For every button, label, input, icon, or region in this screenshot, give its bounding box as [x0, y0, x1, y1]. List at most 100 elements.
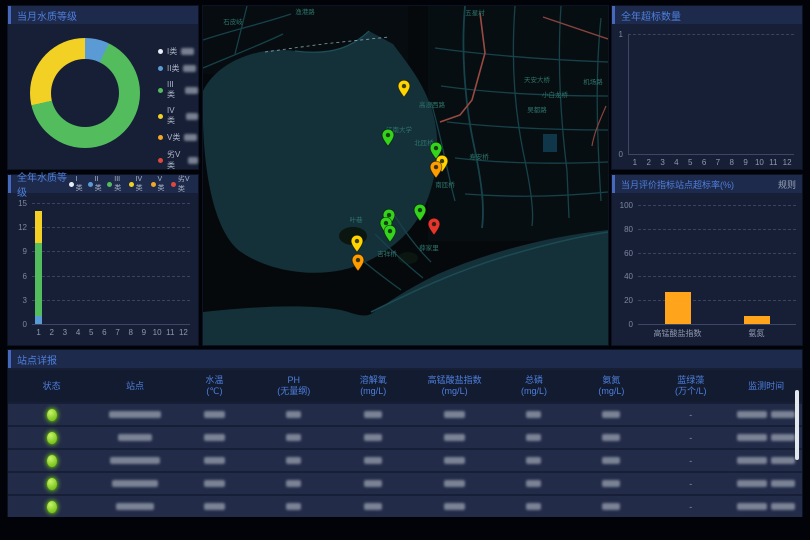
table-cell	[175, 411, 254, 418]
y-tick-label: 0	[8, 320, 27, 329]
annual-grade-chart[interactable]: 03691215123456789101112	[8, 193, 198, 345]
gridline	[638, 253, 796, 254]
table-cell	[95, 457, 174, 464]
map-building-block	[543, 134, 557, 152]
table-cell	[413, 503, 496, 510]
table-cell	[730, 457, 801, 464]
x-tick-label: 9	[142, 328, 146, 337]
redacted-station-name	[116, 503, 154, 510]
redacted-value	[526, 434, 541, 441]
table-cell	[730, 434, 801, 441]
bar-segment[interactable]	[35, 211, 42, 243]
redacted-value	[602, 503, 620, 510]
x-axis	[638, 324, 796, 325]
table-cell	[730, 480, 801, 487]
column-header: 监测时间	[730, 381, 801, 392]
column-header: 溶解氧(mg/L)	[334, 375, 413, 397]
rules-link[interactable]: 规则	[778, 178, 796, 191]
redacted-timestamp	[737, 480, 767, 487]
x-tick-label: 10	[755, 158, 764, 167]
redacted-timestamp	[737, 457, 767, 464]
y-tick-label: 3	[8, 296, 27, 305]
x-tick-label: 5	[688, 158, 692, 167]
map-place-label: 吉祥桥	[377, 249, 397, 258]
legend-dot	[158, 158, 163, 163]
map-panel[interactable]: 石皮岐渔港路五星村江南大学高浪西路北匝桥天安大桥小白龙桥机场路吴都路寿安桥南匝桥…	[203, 6, 608, 345]
station-table-body: 状态站点水温(℃)PH(无量纲)溶解氧(mg/L)高锰酸盐指数(mg/L)总磷(…	[8, 368, 802, 516]
panel-annual-grade: 全年水质等级 I类II类III类IV类V类劣V类 036912151234567…	[8, 175, 198, 345]
table-cell	[496, 411, 571, 418]
table-scrollbar[interactable]	[795, 390, 799, 460]
table-row[interactable]: -	[8, 496, 802, 517]
legend-item: 劣V类	[158, 149, 198, 171]
table-row[interactable]: -	[8, 473, 802, 494]
table-cell	[175, 503, 254, 510]
legend-item: I类	[158, 46, 198, 57]
table-cell	[572, 434, 651, 441]
y-tick-label: 12	[8, 223, 27, 232]
redacted-timestamp	[771, 457, 795, 464]
map-place-label: 天安大桥	[524, 75, 551, 84]
x-axis	[628, 154, 794, 155]
gridline	[32, 276, 190, 277]
x-tick-label: 6	[702, 158, 706, 167]
table-cell	[254, 434, 333, 441]
legend-item: II类	[158, 63, 198, 74]
legend-dot	[171, 182, 176, 187]
bar-segment[interactable]	[35, 243, 42, 316]
legend-label: V类	[158, 176, 166, 193]
redacted-timestamp	[771, 434, 795, 441]
table-cell	[8, 477, 95, 491]
redacted-timestamp	[737, 434, 767, 441]
x-tick-label: 4	[76, 328, 80, 337]
table-row[interactable]: -	[8, 450, 802, 471]
bar-segment[interactable]	[35, 316, 42, 324]
legend-dot	[151, 182, 156, 187]
redacted-value	[286, 480, 301, 487]
redacted-value	[364, 411, 382, 418]
bar[interactable]	[744, 316, 770, 324]
y-tick-label: 6	[8, 272, 27, 281]
legend-dot	[69, 182, 74, 187]
redacted-value	[286, 457, 301, 464]
redacted-value	[364, 480, 382, 487]
legend-item: V类	[158, 132, 198, 143]
redacted-station-name	[110, 457, 160, 464]
redacted-value	[364, 457, 382, 464]
map-place-label: 石皮岐	[223, 17, 243, 26]
redacted-value	[184, 134, 197, 141]
map-place-label: 寿安桥	[469, 152, 489, 161]
legend-item: II类	[88, 176, 103, 193]
table-cell	[8, 500, 95, 514]
table-cell	[95, 480, 174, 487]
redacted-value	[286, 434, 301, 441]
redacted-timestamp	[737, 411, 767, 418]
map[interactable]: 石皮岐渔港路五星村江南大学高浪西路北匝桥天安大桥小白龙桥机场路吴都路寿安桥南匝桥…	[203, 6, 608, 345]
table-cell	[572, 503, 651, 510]
annual-exceed-chart[interactable]: 01123456789101112	[612, 24, 802, 169]
legend-dot	[158, 66, 163, 71]
annual-grade-legend: I类II类III类IV类V类劣V类	[69, 174, 192, 194]
panel-title: 站点详报	[17, 352, 57, 367]
monthly-rate-chart[interactable]: 020406080100高锰酸盐指数氨氮	[612, 193, 802, 345]
legend-dot	[158, 88, 163, 93]
table-row[interactable]: -	[8, 427, 802, 448]
table-cell: -	[651, 479, 730, 489]
bar[interactable]	[665, 292, 691, 324]
gridline	[638, 229, 796, 230]
column-header: 状态	[8, 381, 95, 392]
redacted-value	[526, 503, 541, 510]
table-row[interactable]: -	[8, 404, 802, 425]
table-cell	[175, 434, 254, 441]
redacted-value	[602, 457, 620, 464]
x-axis	[32, 324, 190, 325]
y-tick-label: 20	[612, 296, 633, 305]
legend-label: II类	[95, 176, 103, 193]
redacted-timestamp	[771, 411, 795, 418]
legend-label: IV类	[136, 176, 146, 193]
table-cell	[254, 457, 333, 464]
table-cell	[413, 457, 496, 464]
legend-item: III类	[107, 176, 123, 193]
legend-dot	[88, 182, 93, 187]
gridline	[638, 205, 796, 206]
